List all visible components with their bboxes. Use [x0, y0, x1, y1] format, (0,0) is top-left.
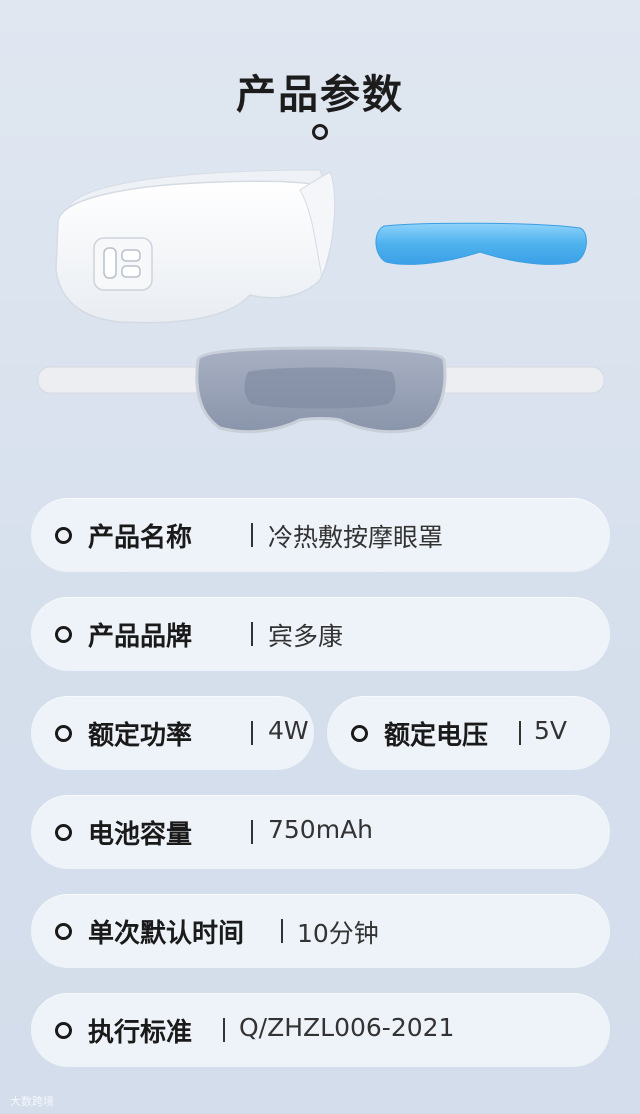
separator — [223, 1018, 225, 1042]
spec-label: 电池容量 — [88, 820, 193, 850]
spec-row-product-name: 产品名称 冷热敷按摩眼罩 — [31, 498, 610, 572]
spec-row-standard: 执行标准 Q/ZHZL006-2021 — [31, 993, 610, 1067]
bullet-circle-icon — [55, 824, 72, 841]
spec-label: 产品品牌 — [88, 622, 193, 652]
product-spec-page: 产品参数 产品名称 冷热敷按摩眼罩 产品品牌 宾多康 额定功率 4W 额定电压 … — [0, 0, 640, 1114]
spec-value: 冷热敷按摩眼罩 — [268, 523, 444, 552]
spec-label: 额定电压 — [384, 721, 489, 751]
bullet-circle-icon — [55, 923, 72, 940]
bullet-circle-icon — [55, 725, 72, 742]
spec-value: 4W — [268, 716, 309, 745]
spec-row-brand: 产品品牌 宾多康 — [31, 597, 610, 671]
spec-value: Q/ZHZL006-2021 — [239, 1013, 455, 1042]
spec-row-default-time: 单次默认时间 10分钟 — [31, 894, 610, 968]
bullet-circle-icon — [55, 527, 72, 544]
spec-value: 5V — [534, 716, 568, 745]
separator — [251, 721, 253, 745]
bullet-circle-icon — [55, 626, 72, 643]
spec-row-battery: 电池容量 750mAh — [31, 795, 610, 869]
separator — [251, 523, 253, 547]
gel-pad-image — [375, 222, 587, 265]
separator — [519, 721, 521, 745]
spec-label: 额定功率 — [88, 721, 193, 751]
spec-label: 单次默认时间 — [88, 919, 245, 949]
watermark: 大数跨境 — [10, 1095, 54, 1108]
spec-value: 10分钟 — [297, 919, 379, 948]
spec-row-rated-voltage: 额定电压 5V — [327, 696, 610, 770]
bullet-circle-icon — [55, 1022, 72, 1039]
spec-value: 宾多康 — [268, 622, 344, 651]
separator — [281, 919, 283, 943]
spec-label: 执行标准 — [88, 1018, 193, 1048]
eye-mask-front-image — [55, 169, 336, 324]
eye-mask-back-image — [37, 346, 605, 434]
bullet-circle-icon — [351, 725, 368, 742]
spec-row-rated-power: 额定功率 4W — [31, 696, 314, 770]
product-illustration — [37, 169, 605, 434]
spec-value: 750mAh — [268, 815, 374, 844]
separator — [251, 622, 253, 646]
spec-label: 产品名称 — [88, 523, 193, 553]
separator — [251, 820, 253, 844]
